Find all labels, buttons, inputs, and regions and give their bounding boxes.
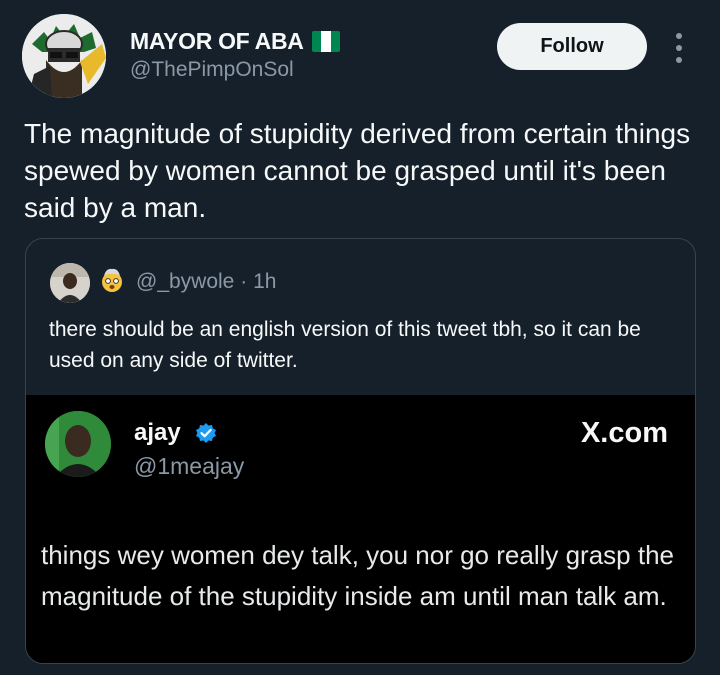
quoted-author-meta[interactable]: @_bywole · 1h (136, 270, 276, 294)
nigeria-flag-icon (312, 31, 340, 52)
follow-button[interactable]: Follow (497, 23, 647, 70)
quoted-author-avatar[interactable] (50, 263, 90, 303)
author-handle[interactable]: @ThePimpOnSol (130, 58, 294, 82)
meta-separator: · (240, 270, 248, 293)
tweet-header: MAYOR OF ABA @ThePimpOnSol Follow (0, 0, 720, 110)
media-text: things wey women dey talk, you nor go re… (41, 540, 675, 611)
quoted-tweet-time[interactable]: 1h (253, 270, 276, 293)
author-display-name[interactable]: MAYOR OF ABA (130, 28, 304, 55)
media-author-name: ajay (134, 419, 181, 446)
exploding-head-icon (98, 266, 126, 294)
quoted-tweet-text: there should be an english version of th… (49, 318, 641, 372)
quoted-media-image[interactable]: ajay @1meajay X.com things wey women dey… (26, 395, 695, 663)
media-author-handle: @1meajay (134, 453, 245, 479)
author-avatar[interactable] (22, 14, 106, 98)
tweet-text: The magnitude of stupidity derived from … (24, 118, 691, 223)
quoted-author-handle[interactable]: @_bywole (136, 270, 234, 293)
more-options-icon[interactable] (672, 33, 686, 63)
media-brand-label: X.com (580, 417, 668, 449)
media-author-avatar (45, 411, 111, 477)
quoted-tweet-card[interactable]: @_bywole · 1h there should be an english… (25, 238, 696, 664)
verified-badge-icon (195, 422, 217, 444)
